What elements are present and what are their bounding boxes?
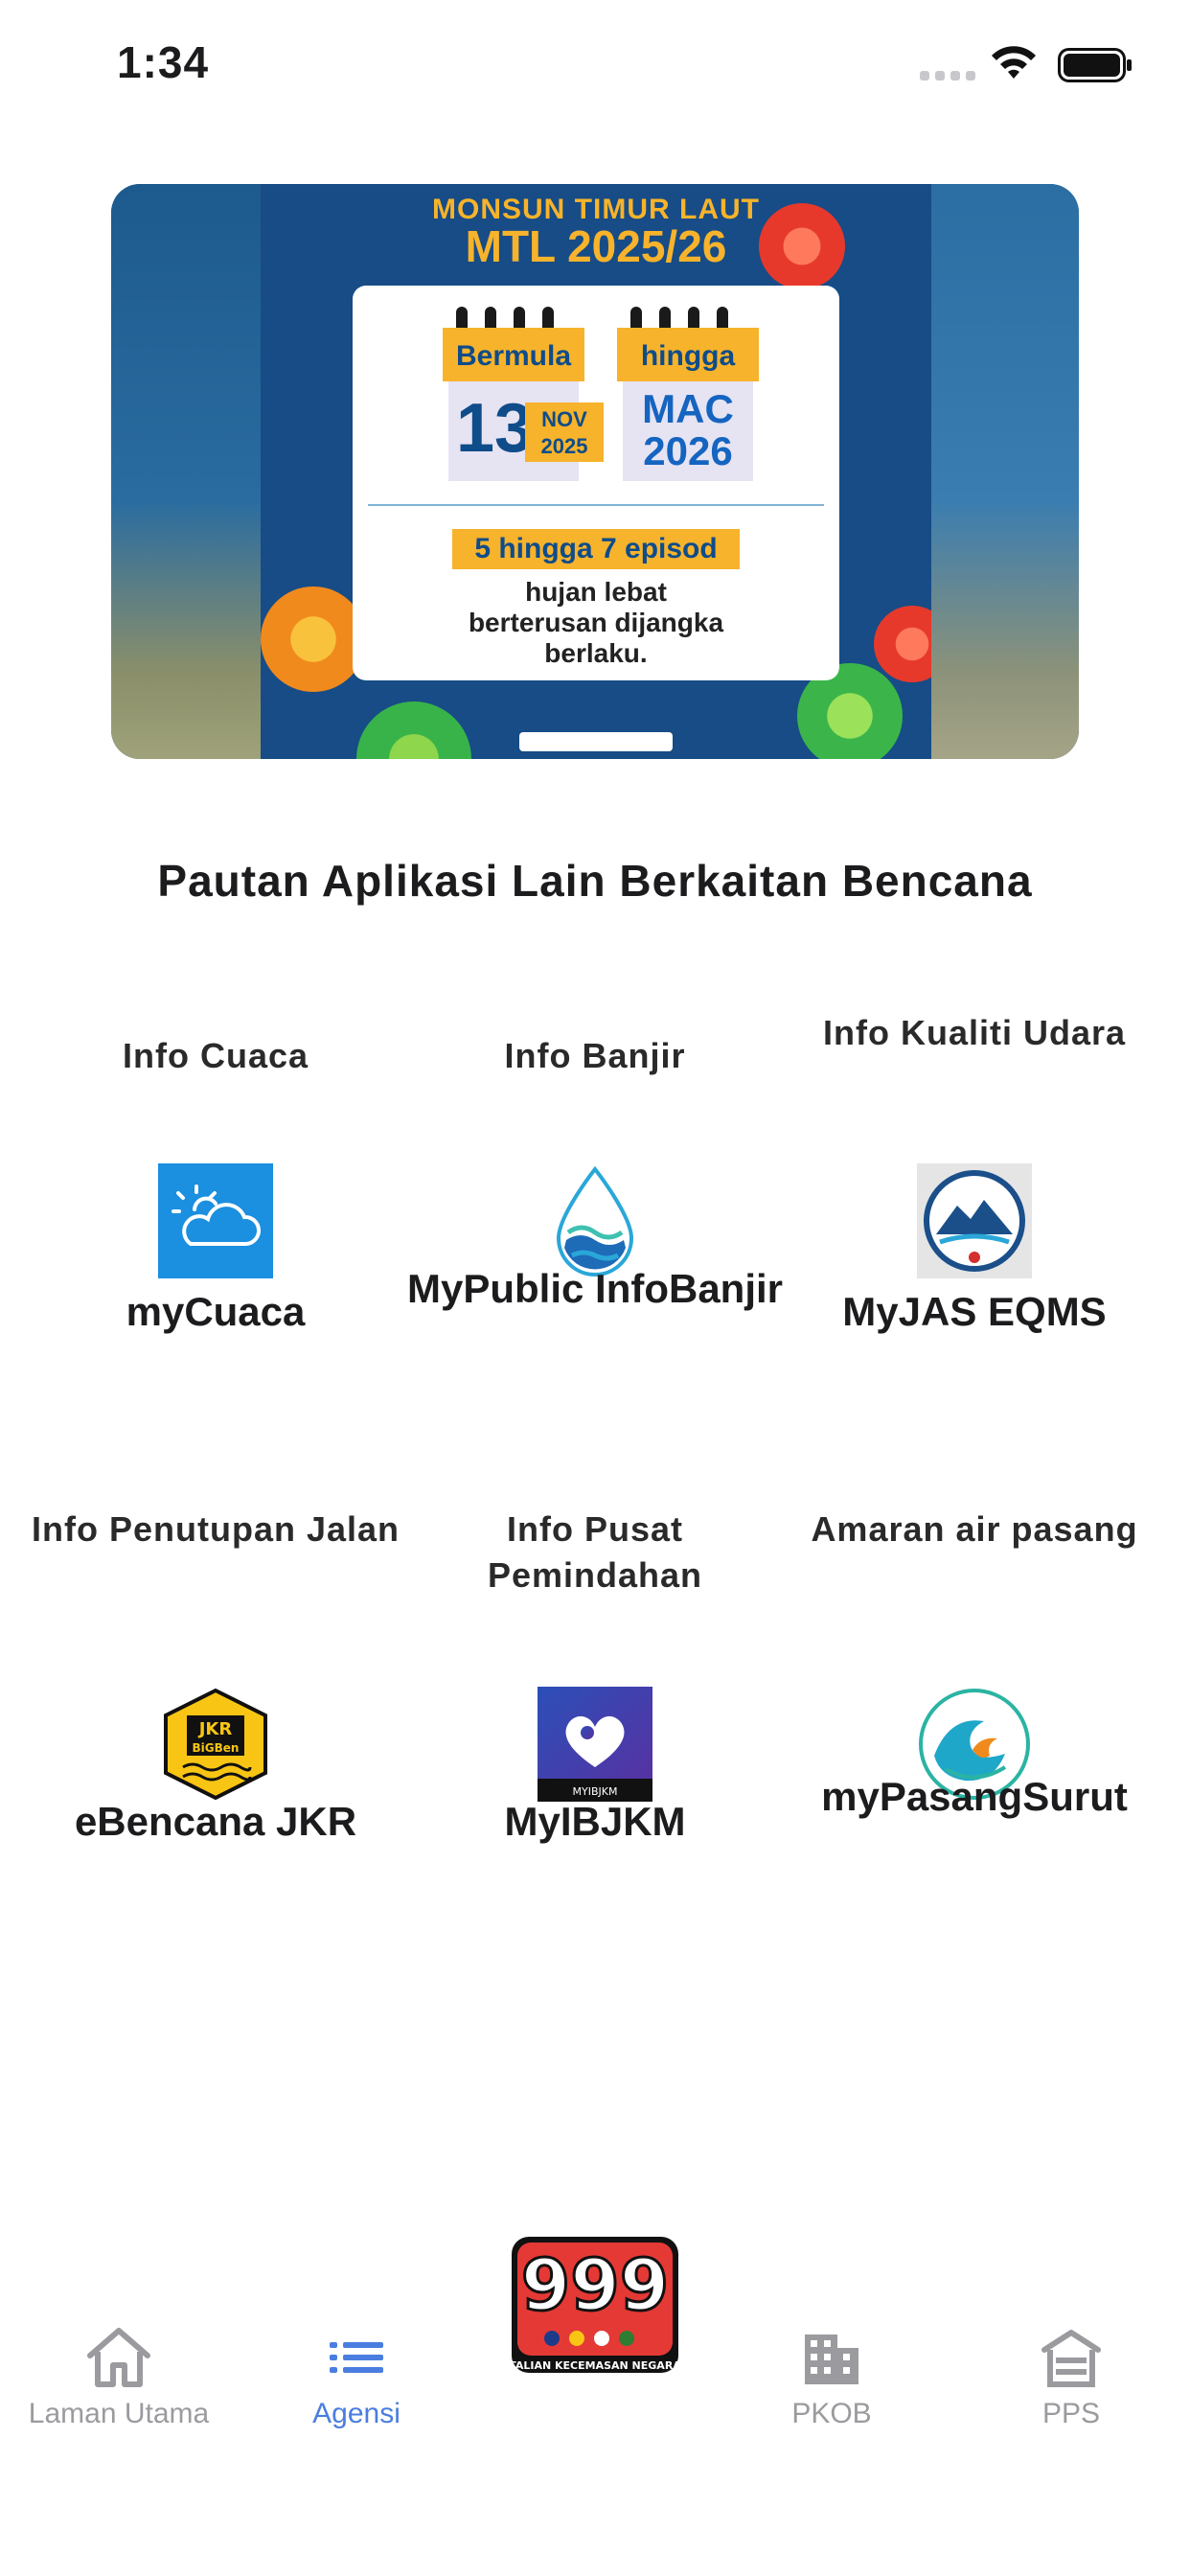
list-icon: [330, 2342, 383, 2373]
start-year: 2025: [540, 434, 588, 458]
start-calendar: Bermula 13 NOV 2025: [443, 307, 604, 483]
tab-laman-utama[interactable]: Laman Utama: [0, 2323, 238, 2430]
end-month: MAC: [642, 386, 734, 431]
app-category: Info Penutupan Jalan: [31, 1509, 400, 1549]
rain-desc-line1: hujan lebat: [525, 577, 667, 607]
status-time: 1:34: [117, 37, 210, 87]
home-icon: [87, 2328, 150, 2387]
app-card-myjas-eqms[interactable]: Info Kualiti Udara MyJAS EQMS: [776, 1002, 1173, 1405]
poster-title-line2: MTL 2025/26: [465, 221, 727, 271]
tab-agensi[interactable]: Agensi: [238, 2323, 475, 2430]
end-date: MAC 2026: [623, 381, 753, 481]
end-label: hingga: [617, 328, 759, 381]
app-card-mypublic-infobanjir[interactable]: Info Banjir MyPublic InfoBanjir: [397, 1002, 793, 1405]
rain-description: hujan lebat berterusan dijangka berlaku.: [353, 577, 839, 669]
app-category: Info Kualiti Udara: [822, 1013, 1127, 1052]
myibjkm-heart-icon: MYIBJKM: [538, 1687, 652, 1802]
app-category: Amaran air pasang: [811, 1509, 1138, 1549]
cellular-signal-icon: [920, 71, 975, 80]
section-title: Pautan Aplikasi Lain Berkaitan Bencana: [157, 856, 1033, 906]
shelter-icon: [1041, 2330, 1101, 2387]
end-calendar: hingga MAC 2026: [617, 307, 759, 483]
start-label: Bermula: [443, 328, 584, 381]
umbrella-red-icon: [874, 606, 931, 682]
umbrella-green-icon: [356, 702, 471, 759]
monsoon-poster: MONSUN TIMUR LAUT MTL 2025/26 Bermula 13…: [261, 184, 931, 759]
app-name: MyIBJKM: [504, 1799, 686, 1844]
rain-desc-line2: berterusan dijangka: [468, 608, 724, 637]
water-drop-icon: [556, 1165, 634, 1276]
app-category: Info Pusat Pemindahan: [487, 1509, 703, 1595]
weather-cloud-sun-icon: [158, 1163, 273, 1278]
start-month-year: NOV 2025: [525, 402, 604, 462]
tab-label: PPS: [1041, 2398, 1101, 2429]
app-name-text: MyPublic InfoBanjir: [406, 1266, 784, 1311]
app-card-ebencana-jkr[interactable]: Info Penutupan Jalan JKR BiGBen eBencana…: [17, 1499, 414, 1901]
app-category: Info Cuaca: [122, 1036, 309, 1075]
app-card-mycuaca[interactable]: Info Cuaca myCuaca: [17, 1002, 414, 1405]
app-name: myPasangSurut: [821, 1774, 1128, 1819]
rain-desc-line3: berlaku.: [544, 638, 648, 668]
end-year: 2026: [643, 428, 733, 473]
app-card-myibjkm[interactable]: Info Pusat Pemindahan MYIBJKM MyIBJKM: [397, 1499, 793, 1901]
tab-label: Agensi: [312, 2398, 400, 2429]
app-name: MyPublic InfoBanjir: [397, 1263, 793, 1315]
tab-bar: Laman Utama Agensi PKOB PPS: [0, 2262, 1190, 2576]
start-day: 13: [456, 390, 534, 467]
announcement-banner[interactable]: MONSUN TIMUR LAUT MTL 2025/26 Bermula 13…: [111, 184, 1079, 759]
screen: 1:34 MONSUN TIMUR LAUT MTL 2025/26 Bermu…: [0, 0, 1190, 2576]
app-name: eBencana JKR: [74, 1799, 357, 1844]
building-icon: [805, 2334, 858, 2384]
banner-blur-left: [111, 184, 264, 759]
jkr-bigben-logo-icon: JKR BiGBen: [164, 1688, 267, 1801]
tab-pps[interactable]: PPS: [952, 2323, 1190, 2430]
app-card-mypasangsurut[interactable]: Amaran air pasang myPasangSurut: [776, 1499, 1173, 1901]
app-name: MyJAS EQMS: [842, 1289, 1107, 1334]
tab-label: Laman Utama: [28, 2398, 210, 2429]
tab-pkob[interactable]: PKOB: [713, 2323, 950, 2430]
episodes-badge: 5 hingga 7 episod: [452, 529, 740, 569]
status-bar: 1:34: [0, 0, 1190, 134]
app-name: myCuaca: [126, 1289, 306, 1334]
tab-label: PKOB: [791, 2398, 872, 2429]
divider: [368, 504, 824, 506]
wifi-icon: [992, 46, 1036, 79]
start-month: NOV: [541, 407, 587, 431]
battery-icon: [1058, 48, 1132, 82]
agency-logos: [519, 732, 673, 751]
app-category: Info Banjir: [504, 1036, 686, 1075]
umbrella-orange-icon: [261, 586, 366, 692]
myjas-eqms-logo-icon: [917, 1163, 1032, 1278]
start-date: 13 NOV 2025: [448, 381, 604, 481]
banner-blur-right: [926, 184, 1079, 759]
poster-card: Bermula 13 NOV 2025 hingga MAC 2026 5 hi…: [353, 286, 839, 680]
svg-text:JKR: JKR: [197, 1719, 233, 1739]
svg-text:BiGBen: BiGBen: [193, 1741, 240, 1755]
